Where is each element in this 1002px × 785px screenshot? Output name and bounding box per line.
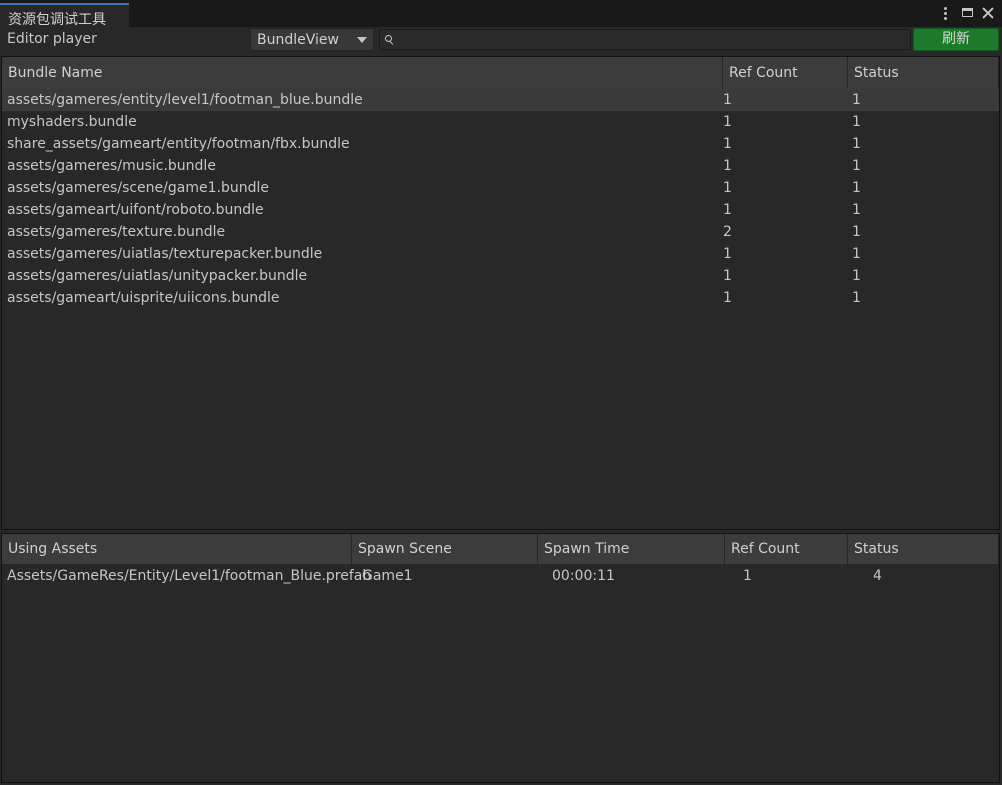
search-input[interactable] xyxy=(400,30,905,49)
bundle-name: assets/gameres/music.bundle xyxy=(7,158,216,174)
window-tab-title: 资源包调试工具 xyxy=(8,12,106,28)
bundle-name: assets/gameart/uifont/roboto.bundle xyxy=(7,202,264,218)
bundle-ref-count: 1 xyxy=(723,180,732,196)
bundle-name: assets/gameres/uiatlas/texturepacker.bun… xyxy=(7,246,323,262)
maximize-icon[interactable] xyxy=(960,5,976,21)
asset-path: Assets/GameRes/Entity/Level1/footman_Blu… xyxy=(7,568,372,584)
view-dropdown-value: BundleView xyxy=(257,32,339,48)
kebab-menu-icon[interactable] xyxy=(938,5,954,21)
bundle-ref-count: 1 xyxy=(723,92,732,108)
bundle-ref-count: 1 xyxy=(723,114,732,130)
bundle-status: 1 xyxy=(852,92,861,108)
column-header-ref-count[interactable]: Ref Count xyxy=(725,534,848,564)
toolbar: Editor player BundleView 刷新 xyxy=(0,27,1002,53)
column-header-status[interactable]: Status xyxy=(848,534,999,564)
bundle-list-panel: Bundle Name Ref Count Status assets/game… xyxy=(1,56,1000,530)
column-header-using-assets[interactable]: Using Assets xyxy=(2,534,352,564)
search-field[interactable] xyxy=(379,29,911,50)
bundle-name: myshaders.bundle xyxy=(7,114,137,130)
column-header-bundle-name[interactable]: Bundle Name xyxy=(2,57,723,89)
asset-spawn-time: 00:00:11 xyxy=(552,568,615,584)
using-assets-panel: Using Assets Spawn Scene Spawn Time Ref … xyxy=(1,533,1000,783)
debug-tool-window: 资源包调试工具 Editor player BundleView 刷新 Bund… xyxy=(0,0,1002,785)
window-tab[interactable]: 资源包调试工具 xyxy=(0,3,129,28)
close-icon[interactable] xyxy=(980,5,996,21)
table-row[interactable]: assets/gameres/uiatlas/texturepacker.bun… xyxy=(2,243,999,265)
table-row[interactable]: myshaders.bundle 1 1 xyxy=(2,111,999,133)
bundle-name: share_assets/gameart/entity/footman/fbx.… xyxy=(7,136,350,152)
column-header-status[interactable]: Status xyxy=(848,57,999,89)
bundle-ref-count: 1 xyxy=(723,202,732,218)
column-header-spawn-scene[interactable]: Spawn Scene xyxy=(352,534,538,564)
column-header-ref-count[interactable]: Ref Count xyxy=(723,57,848,89)
bundle-ref-count: 1 xyxy=(723,268,732,284)
bundle-name: assets/gameres/uiatlas/unitypacker.bundl… xyxy=(7,268,308,284)
asset-ref-count: 1 xyxy=(743,568,752,584)
table-row[interactable]: assets/gameres/entity/level1/footman_blu… xyxy=(2,89,999,111)
bundle-ref-count: 1 xyxy=(723,136,732,152)
bundle-status: 1 xyxy=(852,136,861,152)
bundle-status: 1 xyxy=(852,202,861,218)
bundle-name: assets/gameres/scene/game1.bundle xyxy=(7,180,269,196)
bundle-table-header: Bundle Name Ref Count Status xyxy=(2,57,999,89)
table-row[interactable]: assets/gameres/uiatlas/unitypacker.bundl… xyxy=(2,265,999,287)
chevron-down-icon xyxy=(357,37,367,43)
bundle-ref-count: 1 xyxy=(723,290,732,306)
table-row[interactable]: assets/gameres/music.bundle 1 1 xyxy=(2,155,999,177)
bundle-name: assets/gameres/texture.bundle xyxy=(7,224,226,240)
bundle-ref-count: 1 xyxy=(723,246,732,262)
bundle-status: 1 xyxy=(852,114,861,130)
table-row[interactable]: assets/gameart/uifont/roboto.bundle 1 1 xyxy=(2,199,999,221)
bundle-ref-count: 1 xyxy=(723,158,732,174)
bundle-ref-count: 2 xyxy=(723,224,732,240)
bundle-status: 1 xyxy=(852,158,861,174)
bundle-status: 1 xyxy=(852,224,861,240)
bundle-name: assets/gameart/uisprite/uiicons.bundle xyxy=(7,290,280,306)
bundle-status: 1 xyxy=(852,180,861,196)
column-header-spawn-time[interactable]: Spawn Time xyxy=(538,534,725,564)
table-row[interactable]: assets/gameres/scene/game1.bundle 1 1 xyxy=(2,177,999,199)
player-label: Editor player xyxy=(7,31,97,47)
table-row[interactable]: assets/gameart/uisprite/uiicons.bundle 1… xyxy=(2,287,999,309)
table-row[interactable]: share_assets/gameart/entity/footman/fbx.… xyxy=(2,133,999,155)
title-bar: 资源包调试工具 xyxy=(0,0,1002,28)
bundle-status: 1 xyxy=(852,290,861,306)
table-row[interactable]: Assets/GameRes/Entity/Level1/footman_Blu… xyxy=(2,565,999,587)
bundle-status: 1 xyxy=(852,246,861,262)
asset-spawn-scene: Game1 xyxy=(362,568,413,584)
search-icon xyxy=(385,35,394,44)
view-dropdown[interactable]: BundleView xyxy=(250,28,374,51)
bundle-status: 1 xyxy=(852,268,861,284)
refresh-button[interactable]: 刷新 xyxy=(913,28,999,51)
bundle-name: assets/gameres/entity/level1/footman_blu… xyxy=(7,92,363,108)
table-row[interactable]: assets/gameres/texture.bundle 2 1 xyxy=(2,221,999,243)
asset-status: 4 xyxy=(873,568,882,584)
assets-table-header: Using Assets Spawn Scene Spawn Time Ref … xyxy=(2,534,999,564)
